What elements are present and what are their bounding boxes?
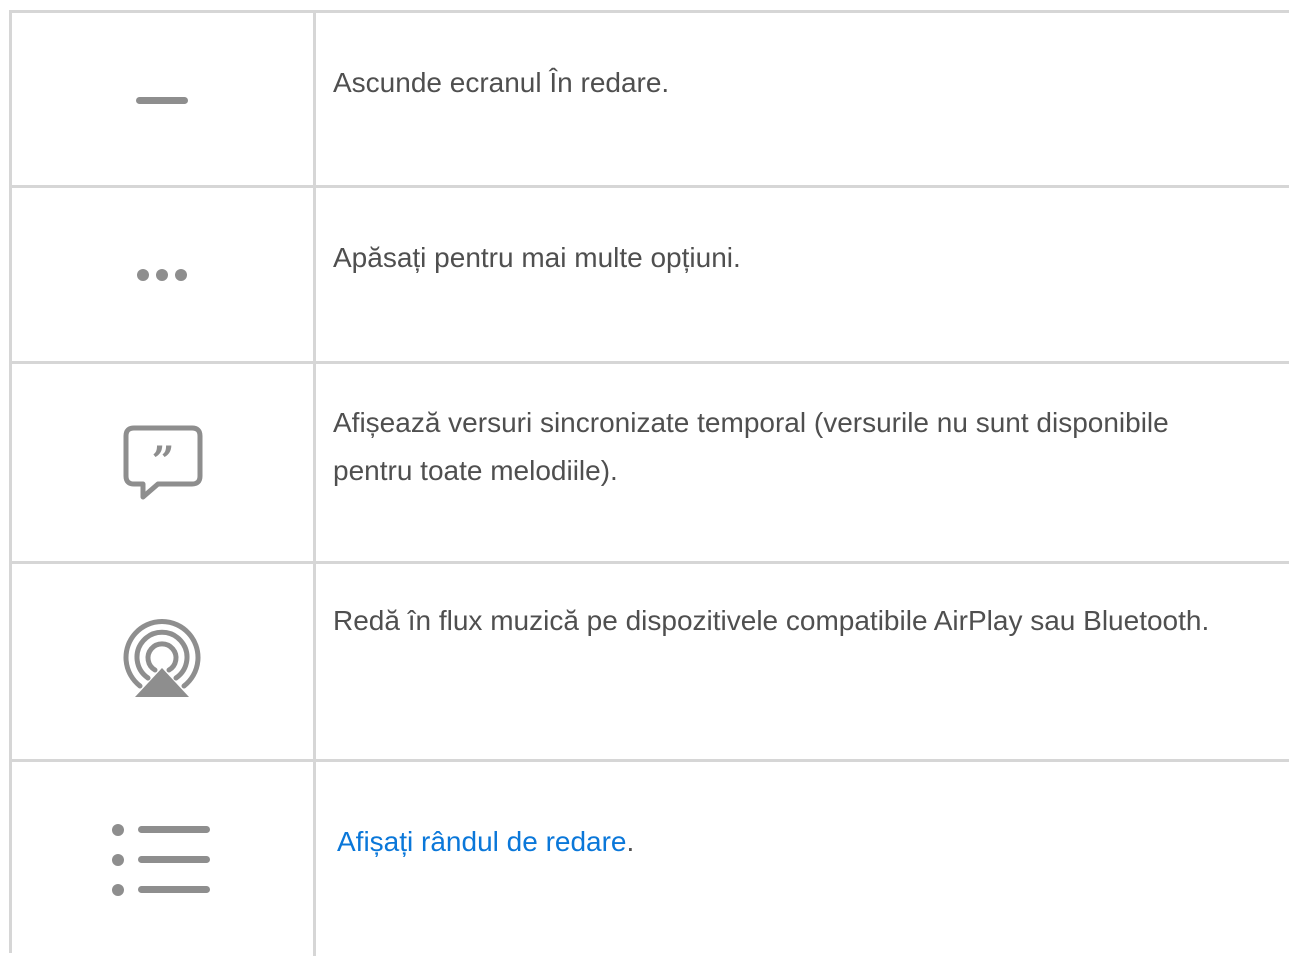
table-row: Redă în flux muzică pe dispozitivele com… xyxy=(12,564,1289,762)
icon-cell xyxy=(12,188,316,361)
description-text: Ascunde ecranul În redare. xyxy=(333,67,670,98)
description-text: Apăsați pentru mai multe opțiuni. xyxy=(333,242,741,273)
description-text: Afișați rândul de redare. xyxy=(337,818,1229,866)
table-row: Apăsați pentru mai multe opțiuni. xyxy=(12,188,1289,364)
table-row: ” Afișează versuri sincronizate temporal… xyxy=(12,364,1289,564)
airplay-audio-icon xyxy=(123,619,201,697)
description-text: Afișează versuri sincronizate temporal (… xyxy=(333,407,1169,486)
icon-cell xyxy=(12,13,316,185)
playing-next-list-icon xyxy=(112,824,210,896)
icon-cell: ” xyxy=(12,364,316,561)
icon-cell xyxy=(12,564,316,759)
icon-description-table: Ascunde ecranul În redare. Apăsați pentr… xyxy=(9,10,1289,956)
more-options-ellipsis-icon xyxy=(137,269,187,281)
description-text: Redă în flux muzică pe dispozitivele com… xyxy=(333,605,1210,636)
table-row: Afișați rândul de redare. xyxy=(12,762,1289,956)
svg-text:”: ” xyxy=(151,438,174,485)
link-suffix: . xyxy=(626,826,635,857)
table-row: Ascunde ecranul În redare. xyxy=(12,13,1289,188)
icon-cell xyxy=(12,762,316,956)
lyrics-quote-bubble-icon: ” xyxy=(123,425,203,500)
minimize-dash-icon xyxy=(136,97,188,104)
playing-next-link[interactable]: Afișați rândul de redare xyxy=(337,826,627,857)
